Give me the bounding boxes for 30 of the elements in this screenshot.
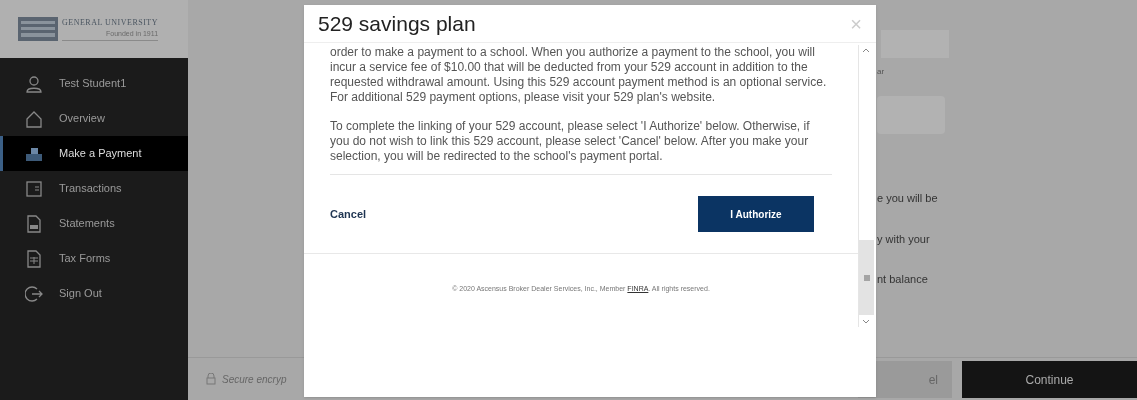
input-field[interactable] (877, 96, 945, 134)
sign-out-icon (25, 284, 43, 303)
cancel-link[interactable]: Cancel (330, 205, 367, 223)
user-icon (25, 74, 43, 93)
sidebar-item[interactable]: Transactions (0, 171, 188, 206)
sidebar-item[interactable]: Tax Forms (0, 241, 188, 276)
lock-icon (206, 373, 216, 385)
modal-paragraph: order to make a payment to a school. When you authorize a payment to the school, you will incur a service fee of $10.00 that will be deducted from your 529 account in addition to the requested withdrawal amount. Using this 529 account payment method is an optional service. For additional 529 payment options, please visit your 529 plan's website. (330, 45, 828, 105)
sidebar-item[interactable]: Make a Payment (0, 136, 188, 171)
sidebar-item[interactable]: Statements (0, 206, 188, 241)
modal-paragraph: To complete the linking of your 529 account, please select 'I Authorize' below. Otherwise, if you do not wish to link this 529 account, please select 'Cancel' below. After you make your selection, you will be redirected to the school's payment portal. (330, 119, 811, 164)
body-text: e you will be (877, 191, 939, 206)
university-name: GENERAL UNIVERSITY (62, 16, 159, 29)
body-text: y with your (877, 231, 931, 247)
authorize-button[interactable]: I Authorize (698, 196, 814, 232)
body-text: nt balance (877, 272, 929, 287)
sidebar-item[interactable]: Overview (0, 101, 188, 136)
sidebar-item[interactable]: Test Student1 (0, 66, 188, 101)
modal-title: 529 savings plan (318, 10, 476, 37)
sidebar-item[interactable]: Sign Out (0, 276, 188, 311)
field-label: ar (877, 66, 886, 78)
grip-icon (863, 274, 870, 281)
scrollbar-thumb[interactable] (859, 240, 874, 315)
security-note: Secure encryp (222, 372, 287, 387)
scrollbar[interactable] (858, 45, 874, 327)
form-icon (25, 249, 43, 268)
document-icon (25, 214, 43, 233)
continue-button[interactable]: Continue (962, 361, 1137, 398)
house-icon (25, 109, 43, 128)
logo-icon (18, 17, 58, 41)
